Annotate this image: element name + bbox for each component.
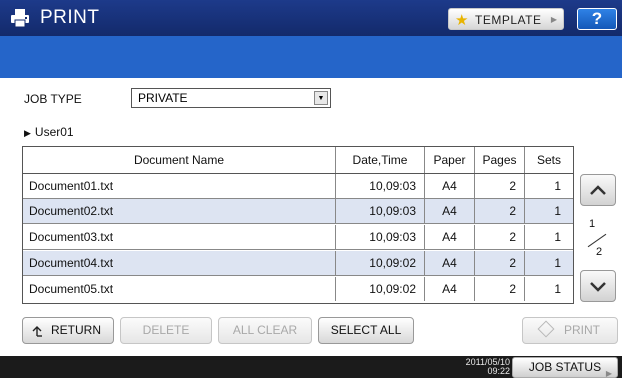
triangle-right-icon: ▶ xyxy=(24,128,31,138)
diamond-icon xyxy=(537,320,555,338)
template-button-label: TEMPLATE xyxy=(475,13,542,27)
sets-cell: 1 xyxy=(554,204,561,218)
column-header-sets[interactable]: Sets xyxy=(525,147,573,173)
triangle-right-icon: ▶ xyxy=(550,15,557,24)
job-status-label: JOB STATUS xyxy=(528,360,602,374)
return-button-label: RETURN xyxy=(51,323,101,337)
chevron-up-icon xyxy=(590,185,606,195)
date-time-cell: 10,09:03 xyxy=(336,174,425,198)
document-name-cell: Document05.txt xyxy=(23,277,336,301)
sets-cell: 1 xyxy=(554,179,561,193)
sets-cell: 1 xyxy=(554,282,561,296)
chevron-down-icon xyxy=(590,282,606,292)
document-name-cell: Document04.txt xyxy=(23,251,336,275)
paper-cell: A4 xyxy=(425,251,475,275)
paper-cell: A4 xyxy=(425,199,475,223)
message-band xyxy=(0,36,622,78)
date-time-cell: 10,09:02 xyxy=(336,251,425,275)
job-status-button[interactable]: JOB STATUS ▶ xyxy=(512,357,618,378)
document-table: Document Name Date,Time Paper Pages Sets… xyxy=(22,146,574,304)
sets-cell: 1 xyxy=(554,230,561,244)
table-row[interactable]: Document05.txt 10,09:02 A4 2 1 xyxy=(23,277,573,302)
page-title: PRINT xyxy=(40,7,100,28)
table-row[interactable]: Document01.txt 10,09:03 A4 2 1 xyxy=(23,174,573,199)
status-time: 09:22 xyxy=(487,366,510,376)
date-time-cell: 10,09:03 xyxy=(336,199,425,223)
print-button[interactable]: PRINT xyxy=(522,317,618,344)
paper-cell: A4 xyxy=(425,174,475,198)
job-type-select[interactable]: PRIVATE ▼ xyxy=(131,88,331,108)
pages-cell: 2 xyxy=(475,277,525,301)
star-icon: ★ xyxy=(455,12,469,29)
triangle-right-icon: ▶ xyxy=(605,369,612,378)
return-button[interactable]: RETURN xyxy=(22,317,114,344)
document-name-cell: Document01.txt xyxy=(23,174,336,198)
scroll-up-button[interactable] xyxy=(580,174,616,206)
dropdown-arrow-icon[interactable]: ▼ xyxy=(314,91,328,105)
pages-cell: 2 xyxy=(475,174,525,198)
paper-cell: A4 xyxy=(425,225,475,249)
pages-cell: 2 xyxy=(475,199,525,223)
table-row[interactable]: Document04.txt 10,09:02 A4 2 1 xyxy=(23,251,573,276)
date-time-cell: 10,09:02 xyxy=(336,277,425,301)
date-time-cell: 10,09:03 xyxy=(336,225,425,249)
document-name-cell: Document02.txt xyxy=(23,199,336,223)
print-button-label: PRINT xyxy=(564,323,600,337)
user-name: User01 xyxy=(34,125,74,139)
job-type-label: JOB TYPE xyxy=(24,92,82,106)
help-button[interactable]: ? xyxy=(577,8,617,30)
select-all-button[interactable]: SELECT ALL xyxy=(318,317,414,344)
job-type-value: PRIVATE xyxy=(138,91,188,105)
delete-button[interactable]: DELETE xyxy=(120,317,212,344)
table-row[interactable]: Document03.txt 10,09:03 A4 2 1 xyxy=(23,225,573,250)
column-header-date-time[interactable]: Date,Time xyxy=(336,147,425,173)
pages-cell: 2 xyxy=(475,225,525,249)
pages-cell: 2 xyxy=(475,251,525,275)
all-clear-button[interactable]: ALL CLEAR xyxy=(218,317,312,344)
arrow-up-left-icon xyxy=(32,326,42,337)
date-time-display: 2011/05/10 09:22 xyxy=(450,358,510,376)
table-row[interactable]: Document02.txt 10,09:03 A4 2 1 xyxy=(23,199,573,224)
current-page: 1 xyxy=(589,218,596,230)
document-name-cell: Document03.txt xyxy=(23,225,336,249)
total-pages: 2 xyxy=(596,246,603,258)
user-folder[interactable]: ▶ User01 xyxy=(24,125,74,139)
column-header-paper[interactable]: Paper xyxy=(425,147,475,173)
sets-cell: 1 xyxy=(554,256,561,270)
printer-icon xyxy=(11,9,29,28)
scroll-down-button[interactable] xyxy=(580,270,616,302)
paper-cell: A4 xyxy=(425,277,475,301)
column-header-document-name[interactable]: Document Name xyxy=(23,147,336,173)
template-button[interactable]: ★ TEMPLATE ▶ xyxy=(448,8,564,30)
column-header-pages[interactable]: Pages xyxy=(475,147,525,173)
